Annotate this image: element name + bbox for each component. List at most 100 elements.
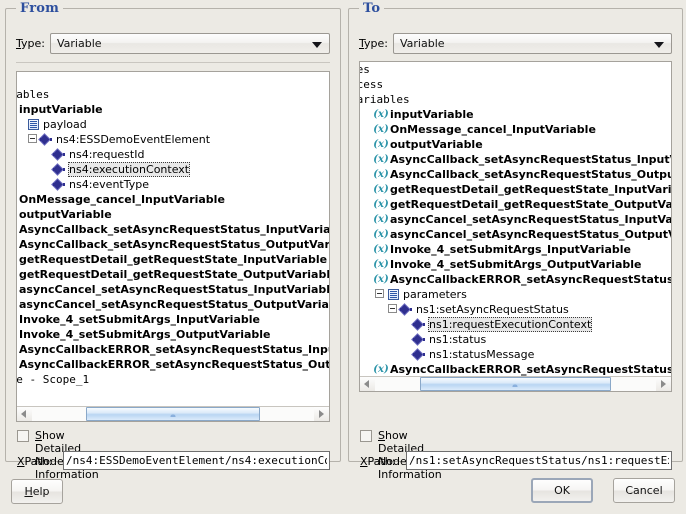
cancel-button[interactable]: Cancel <box>613 478 675 503</box>
tree-row[interactable]: AsyncCallback_setAsyncRequestStatus_Outp… <box>17 237 329 252</box>
tree-node-label[interactable]: asyncCancel_setAsyncRequestStatus_Output… <box>18 297 329 312</box>
tree-row[interactable]: AsyncCallbackERROR_setAsyncRequestStatus… <box>17 342 329 357</box>
scroll-right-arrow-icon[interactable] <box>656 377 671 391</box>
tree-node-label[interactable]: AsyncCallback_setAsyncRequestStatus_Outp… <box>18 237 329 252</box>
tree-row[interactable]: parameters <box>360 287 671 302</box>
tree-row[interactable]: ns1:status <box>360 332 671 347</box>
tree-collapse-toggle-icon[interactable] <box>388 302 399 317</box>
to-tree-hscrollbar[interactable] <box>360 376 671 391</box>
tree-row[interactable]: Invoke_4_setSubmitArgs_OutputVariable <box>360 257 671 272</box>
tree-row[interactable]: asyncCancel_setAsyncRequestStatus_InputV… <box>17 282 329 297</box>
to-show-detail-checkbox[interactable] <box>360 430 372 442</box>
tree-row[interactable]: ns4:executionContext <box>17 162 329 177</box>
from-scroll-track[interactable] <box>32 407 314 421</box>
scroll-left-arrow-icon[interactable] <box>17 407 32 421</box>
tree-node-label[interactable]: ns4:requestId <box>68 147 145 162</box>
tree-row[interactable]: asyncCancel_setAsyncRequestStatus_Output… <box>17 297 329 312</box>
from-type-combobox[interactable]: Variable <box>50 33 330 54</box>
to-xpath-input[interactable] <box>407 452 671 469</box>
tree-row[interactable]: getRequestDetail_getRequestState_OutputV… <box>360 197 671 212</box>
tree-node-label[interactable]: getRequestDetail_getRequestState_OutputV… <box>18 267 329 282</box>
tree-row[interactable]: ope - Scope_1 <box>17 372 329 387</box>
tree-node-label[interactable]: ns1:status <box>428 332 487 347</box>
tree-row[interactable]: payload <box>17 117 329 132</box>
to-type-combobox[interactable]: Variable <box>393 33 672 54</box>
tree-node-label[interactable]: AsyncCallbackERROR_setAsyncRequestStatus… <box>18 357 329 372</box>
from-tree-view[interactable]: ssriablesinputVariablepayloadns4:ESSDemo… <box>17 72 329 406</box>
tree-node-label[interactable]: Invoke_4_setSubmitArgs_OutputVariable <box>18 327 272 342</box>
tree-node-label[interactable]: Invoke_4_setSubmitArgs_InputVariable <box>18 312 261 327</box>
tree-node-label[interactable]: riables <box>17 87 50 102</box>
tree-row[interactable]: Invoke_4_setSubmitArgs_InputVariable <box>360 242 671 257</box>
tree-row[interactable]: AsyncCallbackERROR_setAsyncRequestStatus… <box>360 272 671 287</box>
tree-row[interactable]: Variables <box>360 92 671 107</box>
tree-node-label[interactable]: getRequestDetail_getRequestState_InputVa… <box>389 182 671 197</box>
tree-node-label[interactable]: AsyncCallback_setAsyncRequestStatus_Outp… <box>389 167 671 182</box>
tree-row[interactable]: asyncCancel_setAsyncRequestStatus_Output… <box>360 227 671 242</box>
tree-node-label[interactable]: ocess <box>360 77 384 92</box>
tree-node-label[interactable]: getRequestDetail_getRequestState_OutputV… <box>389 197 671 212</box>
tree-row[interactable]: AsyncCallbackERROR_setAsyncRequestStatus… <box>17 357 329 372</box>
tree-node-label[interactable]: payload <box>42 117 88 132</box>
tree-node-label[interactable]: getRequestDetail_getRequestState_InputVa… <box>18 252 328 267</box>
from-xpath-input[interactable] <box>64 452 329 469</box>
tree-node-label[interactable]: AsyncCallbackERROR_setAsyncRequestStatus… <box>389 362 671 376</box>
tree-node-label[interactable]: asyncCancel_setAsyncRequestStatus_Output… <box>389 227 671 242</box>
tree-node-label[interactable]: inputVariable <box>389 107 475 122</box>
tree-row[interactable]: AsyncCallback_setAsyncRequestStatus_Inpu… <box>17 222 329 237</box>
tree-node-label[interactable]: AsyncCallback_setAsyncRequestStatus_Inpu… <box>18 222 329 237</box>
to-scroll-thumb[interactable] <box>419 377 612 391</box>
tree-row[interactable]: ns4:requestId <box>17 147 329 162</box>
tree-node-label[interactable]: outputVariable <box>18 207 113 222</box>
tree-row[interactable]: les <box>360 62 671 77</box>
tree-row[interactable]: ss <box>17 72 329 87</box>
tree-node-label[interactable]: ns1:statusMessage <box>428 347 535 362</box>
tree-collapse-toggle-icon[interactable] <box>28 132 39 147</box>
tree-node-label[interactable]: Invoke_4_setSubmitArgs_InputVariable <box>389 242 632 257</box>
tree-node-label[interactable]: ns4:ESSDemoEventElement <box>55 132 211 147</box>
tree-row[interactable]: Invoke_4_setSubmitArgs_OutputVariable <box>17 327 329 342</box>
from-xpath-field[interactable] <box>63 451 330 470</box>
tree-row[interactable]: AsyncCallback_setAsyncRequestStatus_Inpu… <box>360 152 671 167</box>
tree-node-label[interactable]: inputVariable <box>18 102 104 117</box>
tree-row[interactable]: Invoke_4_setSubmitArgs_InputVariable <box>17 312 329 327</box>
tree-node-label[interactable]: outputVariable <box>389 137 484 152</box>
tree-node-label[interactable]: AsyncCallbackERROR_setAsyncRequestStatus… <box>18 342 329 357</box>
tree-node-label[interactable]: parameters <box>402 287 468 302</box>
scroll-right-arrow-icon[interactable] <box>314 407 329 421</box>
tree-row[interactable]: outputVariable <box>17 207 329 222</box>
tree-row[interactable]: getRequestDetail_getRequestState_InputVa… <box>360 182 671 197</box>
tree-node-label[interactable]: asyncCancel_setAsyncRequestStatus_InputV… <box>18 282 329 297</box>
help-button[interactable]: Help <box>11 479 63 504</box>
tree-node-label-selected[interactable]: ns1:requestExecutionContext <box>428 317 593 332</box>
from-scroll-thumb[interactable] <box>85 407 261 421</box>
tree-row[interactable]: OnMessage_cancel_InputVariable <box>360 122 671 137</box>
scroll-left-arrow-icon[interactable] <box>360 377 375 391</box>
tree-row[interactable]: outputVariable <box>360 137 671 152</box>
ok-button[interactable]: OK <box>531 478 593 503</box>
tree-row[interactable]: AsyncCallback_setAsyncRequestStatus_Outp… <box>360 167 671 182</box>
tree-row[interactable]: getRequestDetail_getRequestState_InputVa… <box>17 252 329 267</box>
tree-row[interactable]: ns1:statusMessage <box>360 347 671 362</box>
tree-node-label[interactable]: AsyncCallbackERROR_setAsyncRequestStatus… <box>389 272 671 287</box>
tree-row[interactable]: inputVariable <box>17 102 329 117</box>
tree-node-label[interactable]: Invoke_4_setSubmitArgs_OutputVariable <box>389 257 643 272</box>
to-xpath-field[interactable] <box>406 451 672 470</box>
tree-node-label[interactable]: Variables <box>360 92 411 107</box>
tree-node-label[interactable]: ns4:eventType <box>68 177 150 192</box>
tree-node-label[interactable]: ns1:setAsyncRequestStatus <box>415 302 570 317</box>
tree-row[interactable]: ocess <box>360 77 671 92</box>
tree-row[interactable]: OnMessage_cancel_InputVariable <box>17 192 329 207</box>
tree-row[interactable]: ns1:requestExecutionContext <box>360 317 671 332</box>
tree-row[interactable]: inputVariable <box>360 107 671 122</box>
tree-node-label[interactable]: AsyncCallback_setAsyncRequestStatus_Inpu… <box>389 152 671 167</box>
tree-row[interactable]: ns4:eventType <box>17 177 329 192</box>
from-show-detail-checkbox[interactable] <box>17 430 29 442</box>
to-scroll-track[interactable] <box>375 377 656 391</box>
tree-node-label[interactable]: OnMessage_cancel_InputVariable <box>18 192 226 207</box>
to-tree-view[interactable]: lesocessVariablesinputVariableOnMessage_… <box>360 62 671 376</box>
from-tree-hscrollbar[interactable] <box>17 406 329 421</box>
tree-row[interactable]: ns4:ESSDemoEventElement <box>17 132 329 147</box>
tree-row[interactable]: riables <box>17 87 329 102</box>
tree-row[interactable]: asyncCancel_setAsyncRequestStatus_InputV… <box>360 212 671 227</box>
